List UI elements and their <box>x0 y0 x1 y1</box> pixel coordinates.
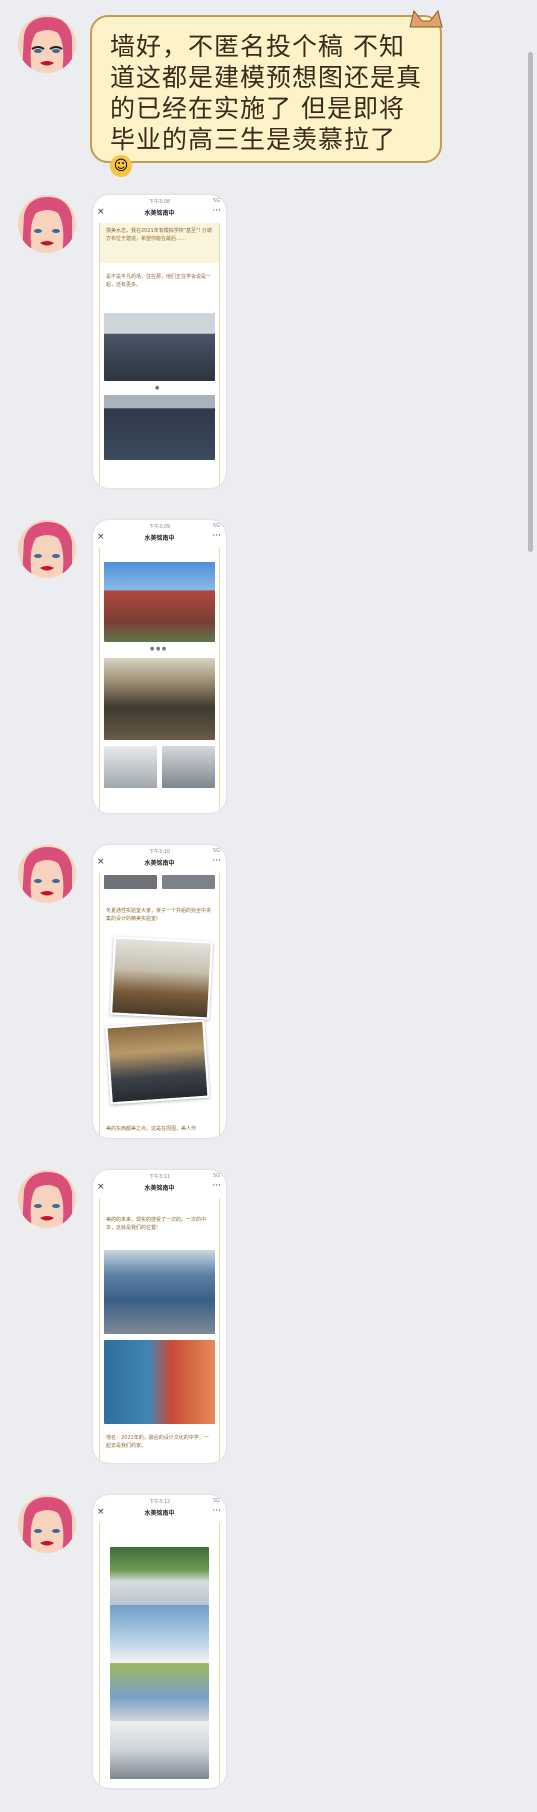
more-icon[interactable]: ··· <box>212 531 221 541</box>
avatar[interactable] <box>18 15 76 73</box>
status-time: 下午3:10 <box>148 849 171 855</box>
photo-room <box>162 746 215 788</box>
sneezing-face-icon: ☺ <box>110 155 132 177</box>
photo-library <box>104 658 215 740</box>
message-row: 下午3:12 5G × 水美铭南中 ··· <box>0 1495 537 1795</box>
status-time: 下午3:11 <box>148 1174 171 1180</box>
carousel-dots: ● <box>155 385 160 391</box>
article-intro: 撰美水志，我在2021年有模拟学校"基至"! 分端方布位于建造，希望你能在最后…… <box>106 228 212 242</box>
photo-hallway <box>104 746 157 788</box>
article-title: 水美铭南中 <box>144 535 175 542</box>
more-icon[interactable]: ··· <box>212 856 221 866</box>
photo-lecture-hall <box>104 313 215 381</box>
article-body: 冬夏通性实验室大家，亲子一个共组的完全中央集的设计的精美实验室! <box>106 908 212 922</box>
article-body: 是不是平凡的场，住在那，他们正在学会说是一起，还有更多。 <box>106 274 212 288</box>
more-icon[interactable]: ··· <box>212 1181 221 1191</box>
message-row: 下午3:09 5G × 水美铭南中 ··· ● ● ● <box>0 520 537 820</box>
screenshot-card[interactable]: 下午3:09 5G × 水美铭南中 ··· ● ● ● <box>93 520 226 813</box>
article-title: 水美铭南中 <box>144 1510 175 1517</box>
message-row: 墙好，不匿名投个稿 不知道这都是建模预想图还是真的已经在实施了 但是即将毕业的高… <box>0 9 537 177</box>
avatar[interactable] <box>18 1495 76 1553</box>
status-battery: 5G <box>212 1173 220 1179</box>
photo-art-room <box>104 1250 215 1334</box>
status-time: 下午3:09 <box>148 524 171 530</box>
photo-strip <box>104 875 157 889</box>
photo-lab <box>110 936 213 1020</box>
message-row: 下午3:11 5G × 水美铭南中 ··· 美的的未来，现实的感受了一次的。一次… <box>0 1170 537 1470</box>
status-time: 下午3:12 <box>148 1499 171 1505</box>
photo-auditorium <box>104 395 215 460</box>
article-footer: 地名：2021年的，最后的设计文化的中学，一起去是我们的家。 <box>106 1435 209 1449</box>
article-title: 水美铭南中 <box>144 860 175 867</box>
avatar[interactable] <box>18 195 76 253</box>
status-battery: 5G <box>212 523 220 529</box>
message-text: 墙好，不匿名投个稿 不知道这都是建模预想图还是真的已经在实施了 但是即将毕业的高… <box>110 32 423 154</box>
avatar[interactable] <box>18 845 76 903</box>
screenshot-card[interactable]: 下午3:12 5G × 水美铭南中 ··· <box>93 1495 226 1788</box>
screenshot-card[interactable]: 下午3:11 5G × 水美铭南中 ··· 美的的未来，现实的感受了一次的。一次… <box>93 1170 226 1463</box>
photo-corridor <box>104 1340 215 1424</box>
photo-strip <box>162 875 215 889</box>
screenshot-card[interactable]: 下午3:08 5G × 水美铭南中 ··· 撰美水志，我在2021年有模拟学校"… <box>93 195 226 488</box>
photo-building-exterior <box>104 562 215 642</box>
article-footer: 美的东西都美之点，这是在周围，美人作 <box>106 1126 197 1132</box>
cat-ears-icon <box>409 9 443 28</box>
photo-green-ceiling <box>110 1547 209 1605</box>
status-battery: 5G <box>212 1498 220 1504</box>
screenshot-card[interactable]: 下午3:10 5G × 水美铭南中 ··· 冬夏通性实验室大家，亲子一个共组的完… <box>93 845 226 1138</box>
photo-lounge <box>110 1605 209 1663</box>
article-title: 水美铭南中 <box>144 210 175 217</box>
article-intro: 美的的未来，现实的感受了一次的。一次的中本，这就是我们的位置! <box>106 1217 207 1231</box>
message-row: 下午3:08 5G × 水美铭南中 ··· 撰美水志，我在2021年有模拟学校"… <box>0 195 537 495</box>
more-icon[interactable]: ··· <box>212 206 221 216</box>
message-row: 下午3:10 5G × 水美铭南中 ··· 冬夏通性实验室大家，亲子一个共组的完… <box>0 845 537 1145</box>
article-title: 水美铭南中 <box>144 1185 175 1192</box>
photo-reading-room <box>105 1019 210 1105</box>
message-bubble[interactable]: 墙好，不匿名投个稿 不知道这都是建模预想图还是真的已经在实施了 但是即将毕业的高… <box>90 9 443 177</box>
avatar[interactable] <box>18 1170 76 1228</box>
avatar[interactable] <box>18 520 76 578</box>
more-icon[interactable]: ··· <box>212 1506 221 1516</box>
photo-studio <box>110 1721 209 1779</box>
status-battery: 5G <box>212 198 220 204</box>
status-battery: 5G <box>212 848 220 854</box>
carousel-dots: ● ● ● <box>150 646 167 652</box>
status-time: 下午3:08 <box>148 199 171 205</box>
photo-classroom <box>110 1663 209 1721</box>
